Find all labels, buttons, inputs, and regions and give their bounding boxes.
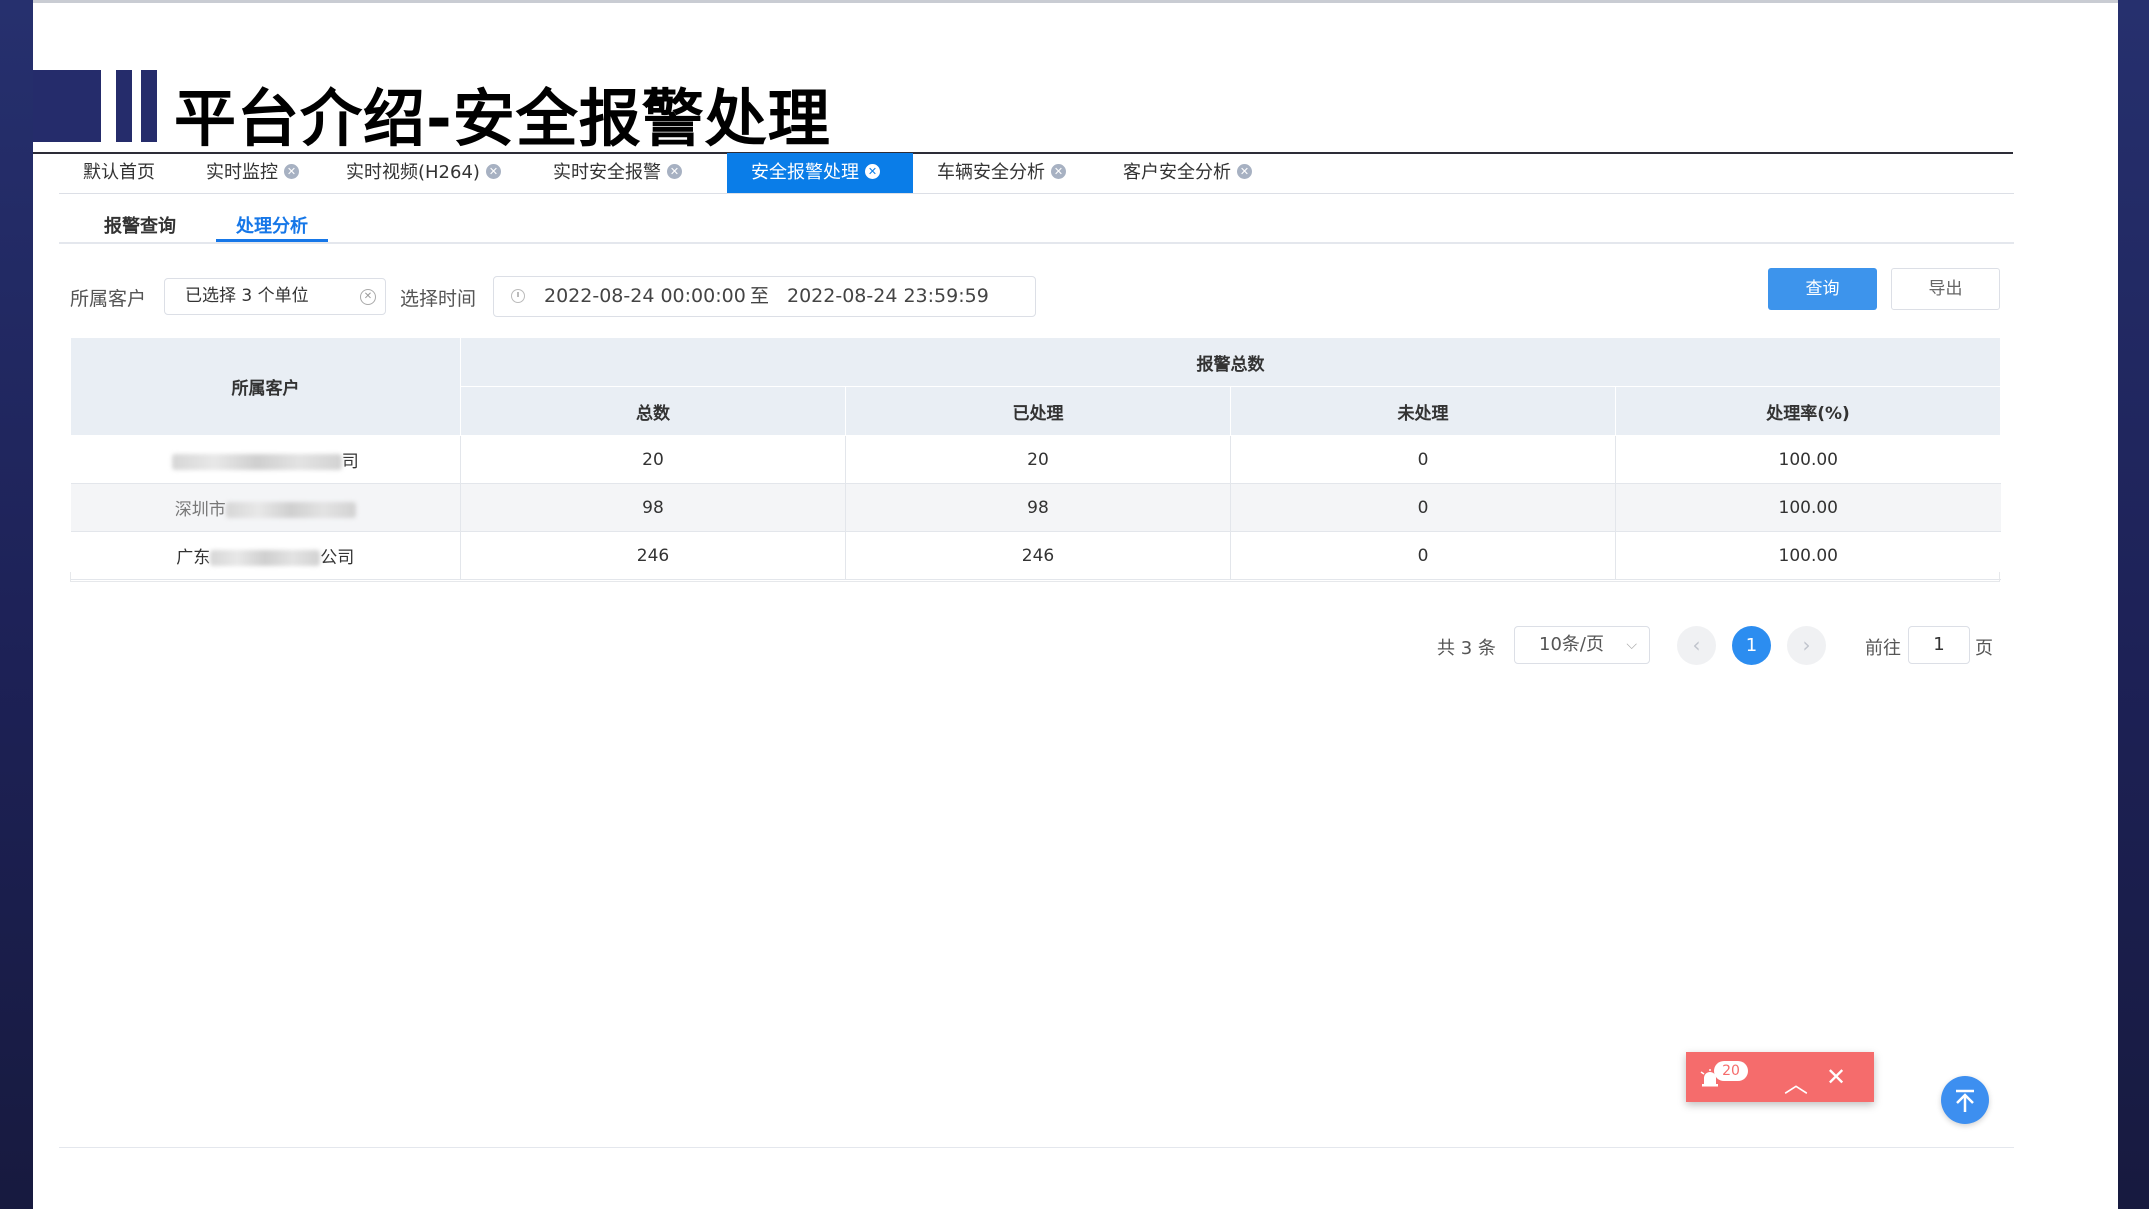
total-cell: 98 <box>460 483 846 532</box>
subtab-alarm-query[interactable]: 报警查询 <box>104 212 176 238</box>
top-border <box>33 0 2118 3</box>
customer-cell: 司 <box>70 435 461 484</box>
title-decoration-bar <box>116 70 132 142</box>
left-frame <box>0 0 33 1209</box>
start-time[interactable]: 2022-08-24 00:00:00 <box>544 277 746 316</box>
col-header-rate: 处理率(%) <box>1615 386 2001 436</box>
table-footer-edge <box>70 572 2000 582</box>
alarm-count-badge: 20 <box>1714 1061 1748 1081</box>
title-decoration-block <box>33 70 101 142</box>
tab-label: 安全报警处理 <box>751 162 859 183</box>
chevron-down-icon: ⌵ <box>1626 637 1637 653</box>
content-bottom-divider <box>59 1147 2014 1148</box>
table-row: 司 20 20 0 100.00 <box>70 435 2001 484</box>
slide-title: 平台介绍-安全报警处理 <box>174 82 831 155</box>
page-unit-label: 页 <box>1975 638 1993 659</box>
tab-customer-safety[interactable]: 客户安全分析 ✕ <box>1099 153 1285 193</box>
page-size-value: 10条/页 <box>1539 634 1604 655</box>
chevron-right-icon: › <box>1802 633 1811 657</box>
customer-cell: 深圳市 <box>70 483 461 532</box>
close-icon[interactable]: ✕ <box>1826 1063 1846 1091</box>
tab-close-icon[interactable]: ✕ <box>1237 163 1252 179</box>
total-cell: 20 <box>460 435 846 484</box>
customer-label: 所属客户 <box>70 288 147 310</box>
tab-close-icon[interactable]: ✕ <box>1051 163 1066 179</box>
tab-close-icon[interactable]: ✕ <box>667 163 682 179</box>
time-label: 选择时间 <box>400 288 477 310</box>
group-header-alarm-total: 报警总数 <box>460 337 2001 387</box>
right-frame <box>2118 0 2149 1209</box>
end-time[interactable]: 2022-08-24 23:59:59 <box>787 277 989 316</box>
range-separator: 至 <box>750 285 770 307</box>
customer-prefix: 广东 <box>176 548 211 568</box>
customer-prefix: 深圳市 <box>174 500 226 520</box>
col-header-unhandled: 未处理 <box>1230 386 1616 436</box>
customer-select-value: 已选择 3 个单位 <box>185 286 309 306</box>
customer-suffix: 公司 <box>320 548 355 568</box>
page-size-select[interactable]: 10条/页 ⌵ <box>1514 626 1650 664</box>
prev-page-button[interactable]: ‹ <box>1677 626 1716 665</box>
pagination-total: 共 3 条 <box>1437 638 1496 659</box>
tab-label: 实时视频(H264) <box>346 162 480 183</box>
query-button[interactable]: 查询 <box>1768 268 1877 310</box>
table-row: 深圳市 98 98 0 100.00 <box>70 483 2001 532</box>
tab-label: 车辆安全分析 <box>937 162 1045 183</box>
clock-icon <box>511 289 525 303</box>
chevron-up-icon[interactable]: ︿ <box>1784 1064 1808 1099</box>
tab-close-icon[interactable]: ✕ <box>485 163 501 179</box>
subtab-handling-analysis[interactable]: 处理分析 <box>236 212 308 238</box>
redacted-text <box>171 454 342 470</box>
page-tabs: 默认首页 实时监控 ✕ 实时视频(H264) ✕ 实时安全报警 ✕ 安全报警处理 ✕ 车… <box>59 153 2014 194</box>
tab-realtime-video[interactable]: 实时视频(H264) ✕ <box>322 153 529 193</box>
title-decoration-bar <box>141 70 157 142</box>
tab-realtime-monitor[interactable]: 实时监控 ✕ <box>182 153 322 193</box>
clear-icon[interactable]: ✕ <box>360 289 376 305</box>
col-header-customer: 所属客户 <box>70 337 461 436</box>
tab-vehicle-safety[interactable]: 车辆安全分析 ✕ <box>913 153 1099 193</box>
alarm-stats-table: 所属客户 报警总数 总数 已处理 未处理 处理率(%) 司 20 20 0 10… <box>70 337 2001 580</box>
goto-label: 前往 <box>1865 638 1901 659</box>
alarm-notification-widget[interactable]: 20 ︿ ✕ <box>1686 1052 1874 1102</box>
tab-home[interactable]: 默认首页 <box>59 153 182 193</box>
tab-label: 实时安全报警 <box>553 162 661 183</box>
back-to-top-button[interactable] <box>1941 1076 1989 1124</box>
page-number-current[interactable]: 1 <box>1732 626 1771 665</box>
handled-cell: 20 <box>845 435 1231 484</box>
rate-cell: 100.00 <box>1615 483 2001 532</box>
tab-label: 默认首页 <box>83 162 155 183</box>
tab-realtime-alarm[interactable]: 实时安全报警 ✕ <box>529 153 727 193</box>
date-range-picker[interactable]: 2022-08-24 00:00:00 至 2022-08-24 23:59:5… <box>493 276 1036 317</box>
back-to-top-icon <box>1956 1089 1974 1112</box>
tab-close-icon[interactable]: ✕ <box>284 163 299 179</box>
rate-cell: 100.00 <box>1615 435 2001 484</box>
unhandled-cell: 0 <box>1230 435 1616 484</box>
customer-select[interactable]: 已选择 3 个单位 ✕ <box>164 278 386 315</box>
handled-cell: 98 <box>845 483 1231 532</box>
chevron-left-icon: ‹ <box>1692 633 1701 657</box>
active-tab-indicator <box>216 239 328 242</box>
next-page-button[interactable]: › <box>1787 626 1826 665</box>
export-button[interactable]: 导出 <box>1891 268 2000 310</box>
unhandled-cell: 0 <box>1230 483 1616 532</box>
tab-alarm-handling[interactable]: 安全报警处理 ✕ <box>727 153 913 193</box>
tab-label: 实时监控 <box>206 162 278 183</box>
tab-close-icon[interactable]: ✕ <box>865 163 880 179</box>
goto-page-input[interactable]: 1 <box>1908 626 1970 664</box>
sub-tabs: 报警查询 处理分析 <box>59 206 2014 244</box>
customer-suffix: 司 <box>341 452 359 472</box>
redacted-text <box>225 502 356 518</box>
col-header-handled: 已处理 <box>845 386 1231 436</box>
tab-label: 客户安全分析 <box>1123 162 1231 183</box>
redacted-text <box>210 550 321 566</box>
col-header-total: 总数 <box>460 386 846 436</box>
